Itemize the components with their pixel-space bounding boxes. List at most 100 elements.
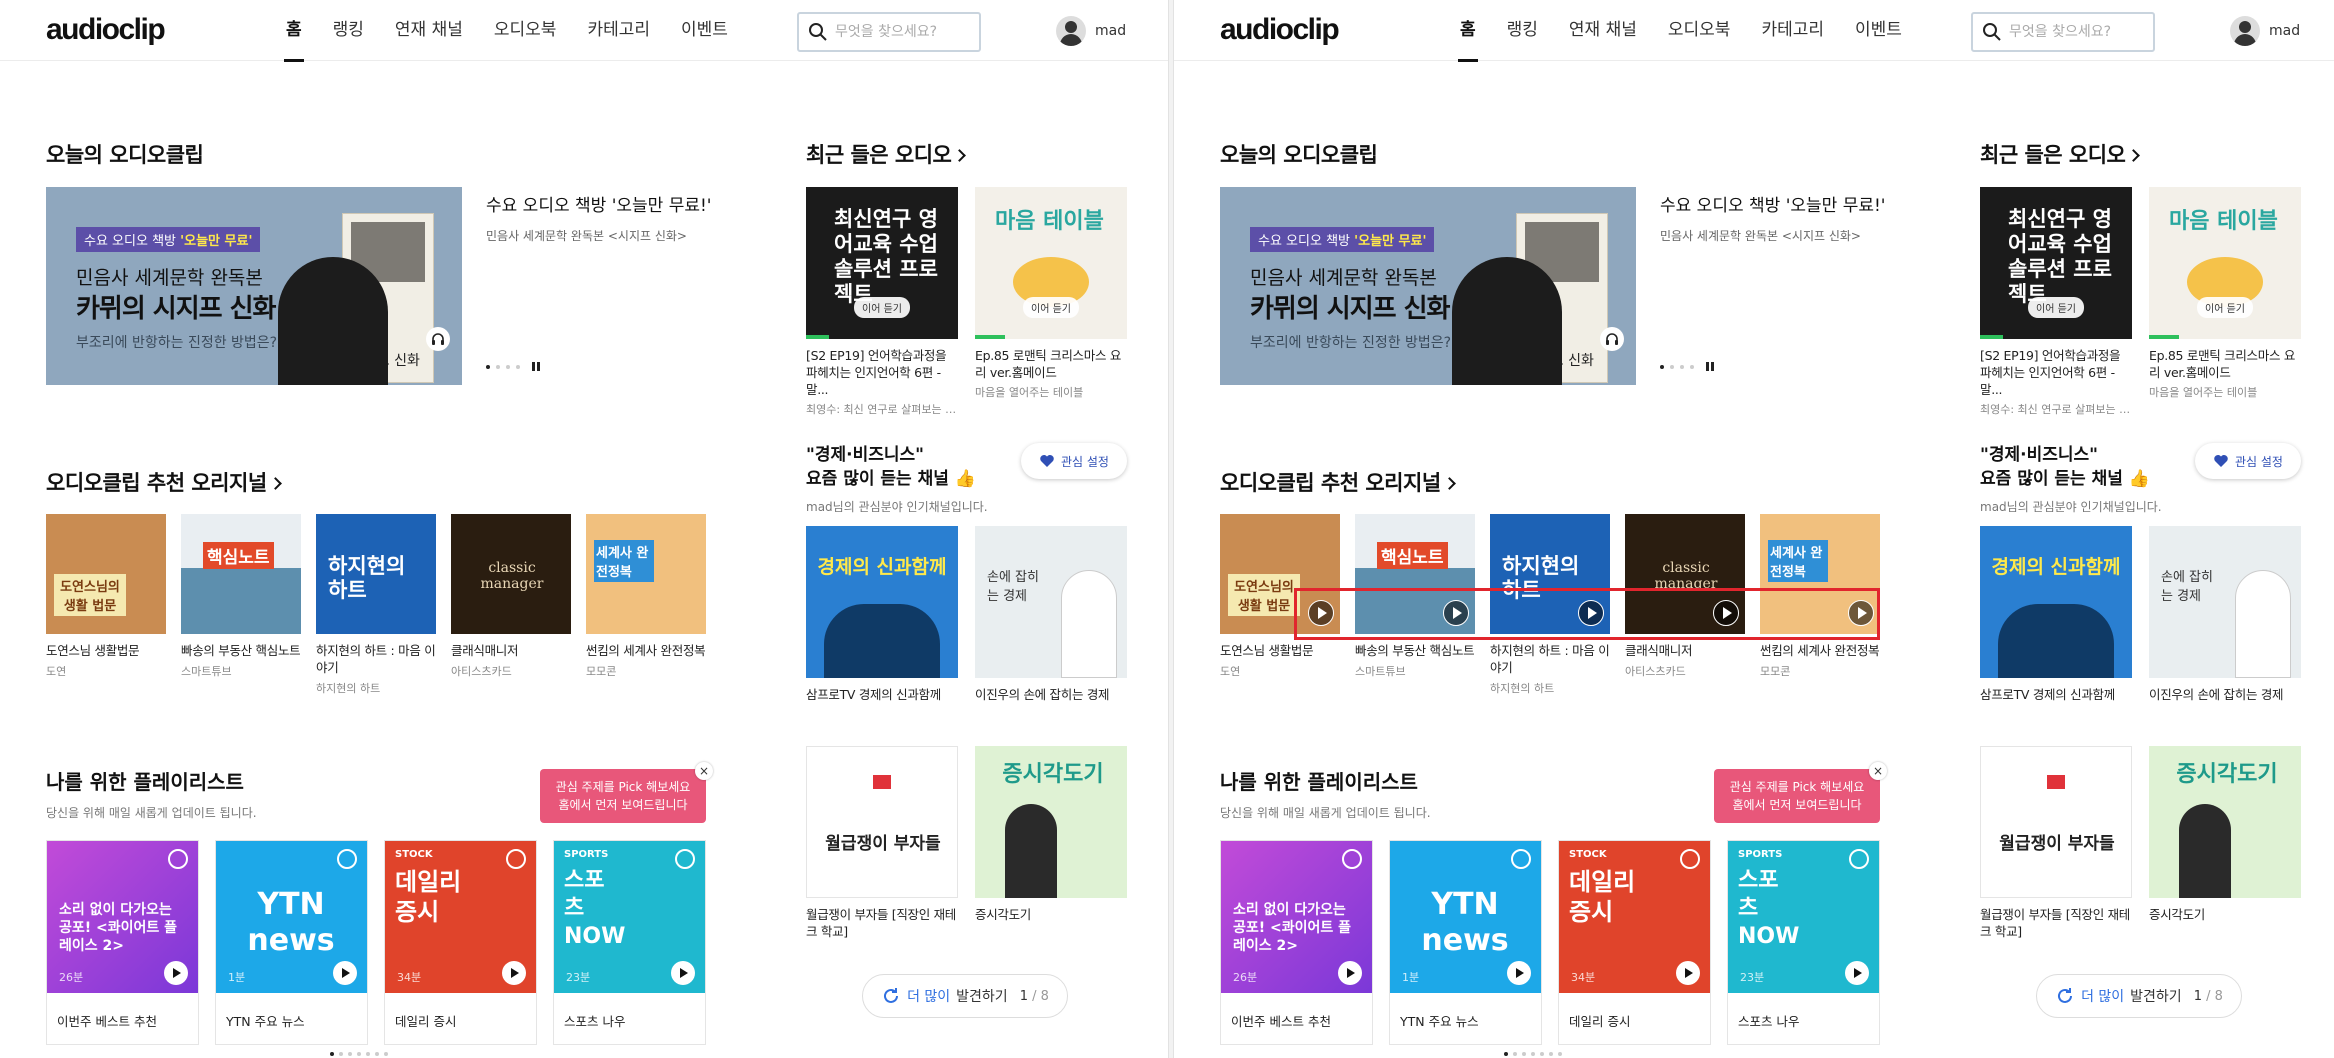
business-card[interactable]: 증시각도기 증시각도기 (2149, 746, 2301, 923)
search-box[interactable] (797, 12, 981, 52)
original-card[interactable]: 핵심노트 빠송의 부동산 핵심노트 스마트튜브 (181, 514, 301, 679)
banner-pagination[interactable] (486, 362, 540, 371)
interest-setting-button[interactable]: 관심 설정 (2195, 443, 2301, 479)
playlist-pagination[interactable] (330, 1052, 388, 1056)
bookmark-icon[interactable] (1511, 849, 1531, 869)
recent-card[interactable]: 마음 테이블 이어 듣기 Ep.85 로맨틱 크리스마스 요리 ver.홈메이드… (2149, 187, 2301, 400)
business-card[interactable]: 경제의 신과함께 삼프로TV 경제의 신과함께 (1980, 526, 2132, 703)
audioclip-logo[interactable]: audioclip (1220, 13, 1340, 47)
discover-more-button[interactable]: 더 많이 발견하기 1 / 8 (862, 974, 1068, 1018)
feature-title[interactable]: 수요 오디오 책방 '오늘만 무료!' (1660, 191, 1885, 216)
refresh-icon (884, 988, 899, 1003)
today-title: 오늘의 오디오클립 (1220, 143, 1378, 167)
user-menu[interactable]: mad (2230, 16, 2300, 46)
recent-title[interactable]: 최근 들은 오디오 (1980, 139, 2141, 169)
bookmark-icon[interactable] (675, 849, 695, 869)
heart-icon (1040, 455, 1054, 467)
playlist-cover: YTN news 1분 (216, 841, 367, 993)
resume-button[interactable]: 이어 듣기 (2197, 297, 2253, 318)
originals-title[interactable]: 오디오클립 추천 오리지널 (1220, 467, 1456, 497)
recent-card[interactable]: 최신연구 영어교육 수업 솔루션 프로젝트 이어 듣기 [S2 EP19] 언어… (806, 187, 958, 417)
today-banner[interactable]: 수요 오디오 책방 '오늘만 무료' 민음사 세계문학 완독본 카뮈의 시지프 … (46, 187, 462, 385)
author-portrait (278, 257, 388, 385)
business-card[interactable]: 증시각도기 증시각도기 (975, 746, 1127, 923)
nav-series[interactable]: 연재 채널 (395, 0, 463, 61)
business-card[interactable]: 월급쟁이 부자들 월급쟁이 부자들 [직장인 재테크 학교] (1980, 746, 2132, 940)
nav-ranking[interactable]: 랭킹 (1507, 0, 1538, 61)
original-card[interactable]: classic manager 클래식매니저 아티스츠카드 (451, 514, 571, 679)
resume-button[interactable]: 이어 듣기 (2028, 297, 2084, 318)
resume-button[interactable]: 이어 듣기 (1023, 297, 1079, 318)
playlist-card[interactable]: SPORTS 스포츠 NOW 23분 스포츠 나우 (1727, 840, 1880, 1045)
bookmark-icon[interactable] (506, 849, 526, 869)
playlist-card[interactable]: 소리 없이 다가오는 공포! <콰이어트 플레이스 2> 26분 이번주 베스트… (1220, 840, 1373, 1045)
bookmark-icon[interactable] (1680, 849, 1700, 869)
nav-home[interactable]: 홈 (284, 0, 304, 62)
pause-icon[interactable] (1706, 362, 1714, 371)
panel-after: audioclip 홈 랭킹 연재 채널 오디오북 카테고리 이벤트 mad 오… (1174, 0, 2334, 1058)
recent-card[interactable]: 마음 테이블 이어 듣기 Ep.85 로맨틱 크리스마스 요리 ver.홈메이드… (975, 187, 1127, 400)
nav-event[interactable]: 이벤트 (1855, 0, 1902, 61)
playlist-card[interactable]: STOCK 데일리 증시 34분 데일리 증시 (1558, 840, 1711, 1045)
bookmark-icon[interactable] (337, 849, 357, 869)
nav-category[interactable]: 카테고리 (1761, 0, 1824, 61)
pick-tooltip[interactable]: 관심 주제를 Pick 해보세요 홈에서 먼저 보여드립니다 × (540, 762, 713, 823)
close-icon[interactable]: × (1869, 762, 1887, 780)
originals-title[interactable]: 오디오클립 추천 오리지널 (46, 467, 282, 497)
nav-audiobook[interactable]: 오디오북 (494, 0, 557, 61)
play-icon[interactable] (1676, 961, 1700, 985)
playlist-card[interactable]: STOCK 데일리 증시 34분 데일리 증시 (384, 840, 537, 1045)
playlist-card[interactable]: YTN news 1분 YTN 주요 뉴스 (1389, 840, 1542, 1045)
business-card[interactable]: 월급쟁이 부자들 월급쟁이 부자들 [직장인 재테크 학교] (806, 746, 958, 940)
playlist-card[interactable]: 소리 없이 다가오는 공포! <콰이어트 플레이스 2> 26분 이번주 베스트… (46, 840, 199, 1045)
nav-ranking[interactable]: 랭킹 (333, 0, 364, 61)
play-icon[interactable] (1845, 961, 1869, 985)
play-icon[interactable] (333, 961, 357, 985)
original-card[interactable]: 세계사 완전정복 썬킴의 세계사 완전정복 모모콘 (586, 514, 706, 679)
discover-more-button[interactable]: 더 많이 발견하기 1 / 8 (2036, 974, 2242, 1018)
pick-tooltip[interactable]: 관심 주제를 Pick 해보세요 홈에서 먼저 보여드립니다 × (1714, 762, 1887, 823)
chevron-right-icon (2127, 149, 2141, 162)
pause-icon[interactable] (532, 362, 540, 371)
play-icon[interactable] (164, 961, 188, 985)
business-card[interactable]: 손에 잡히는 경제 이진우의 손에 잡히는 경제 (975, 526, 1127, 703)
play-icon[interactable] (1507, 961, 1531, 985)
recent-card[interactable]: 최신연구 영어교육 수업 솔루션 프로젝트 이어 듣기 [S2 EP19] 언어… (1980, 187, 2132, 417)
nav-home[interactable]: 홈 (1458, 0, 1478, 62)
nav-series[interactable]: 연재 채널 (1569, 0, 1637, 61)
original-card[interactable]: 도연스님의 생활 법문 도연스님 생활법문 도연 (46, 514, 166, 679)
bookmark-icon[interactable] (1849, 849, 1869, 869)
playlist-pagination[interactable] (1504, 1052, 1562, 1056)
playlist-card[interactable]: SPORTS 스포츠 NOW 23분 스포츠 나우 (553, 840, 706, 1045)
close-icon[interactable]: × (695, 762, 713, 780)
search-icon (1983, 23, 2001, 41)
bookmark-icon[interactable] (1342, 849, 1362, 869)
play-icon[interactable] (502, 961, 526, 985)
nav-category[interactable]: 카테고리 (587, 0, 650, 61)
bookmark-icon[interactable] (168, 849, 188, 869)
today-banner[interactable]: 수요 오디오 책방 '오늘만 무료' 민음사 세계문학 완독본 카뮈의 시지프 … (1220, 187, 1636, 385)
audioclip-logo[interactable]: audioclip (46, 13, 166, 47)
search-input[interactable] (2009, 24, 2139, 40)
headphone-icon[interactable] (426, 327, 450, 351)
play-icon[interactable] (1338, 961, 1362, 985)
search-box[interactable] (1971, 12, 2155, 52)
interest-setting-button[interactable]: 관심 설정 (1021, 443, 1127, 479)
user-menu[interactable]: mad (1056, 16, 1126, 46)
play-buttons-highlight (1294, 588, 1880, 640)
playlist-cover: STOCK 데일리 증시 34분 (385, 841, 536, 993)
business-card[interactable]: 경제의 신과함께 삼프로TV 경제의 신과함께 (806, 526, 958, 703)
recent-title[interactable]: 최근 들은 오디오 (806, 139, 967, 169)
banner-line2: 카뮈의 시지프 신화 (1250, 294, 1450, 324)
original-card[interactable]: 하지현의 하트 하지현의 하트 : 마음 이야기 하지현의 하트 (316, 514, 436, 696)
nav-audiobook[interactable]: 오디오북 (1668, 0, 1731, 61)
nav-event[interactable]: 이벤트 (681, 0, 728, 61)
playlist-card[interactable]: YTN news 1분 YTN 주요 뉴스 (215, 840, 368, 1045)
business-card[interactable]: 손에 잡히는 경제 이진우의 손에 잡히는 경제 (2149, 526, 2301, 703)
banner-pagination[interactable] (1660, 362, 1714, 371)
resume-button[interactable]: 이어 듣기 (854, 297, 910, 318)
search-input[interactable] (835, 24, 965, 40)
feature-title[interactable]: 수요 오디오 책방 '오늘만 무료!' (486, 191, 711, 216)
headphone-icon[interactable] (1600, 327, 1624, 351)
play-icon[interactable] (671, 961, 695, 985)
